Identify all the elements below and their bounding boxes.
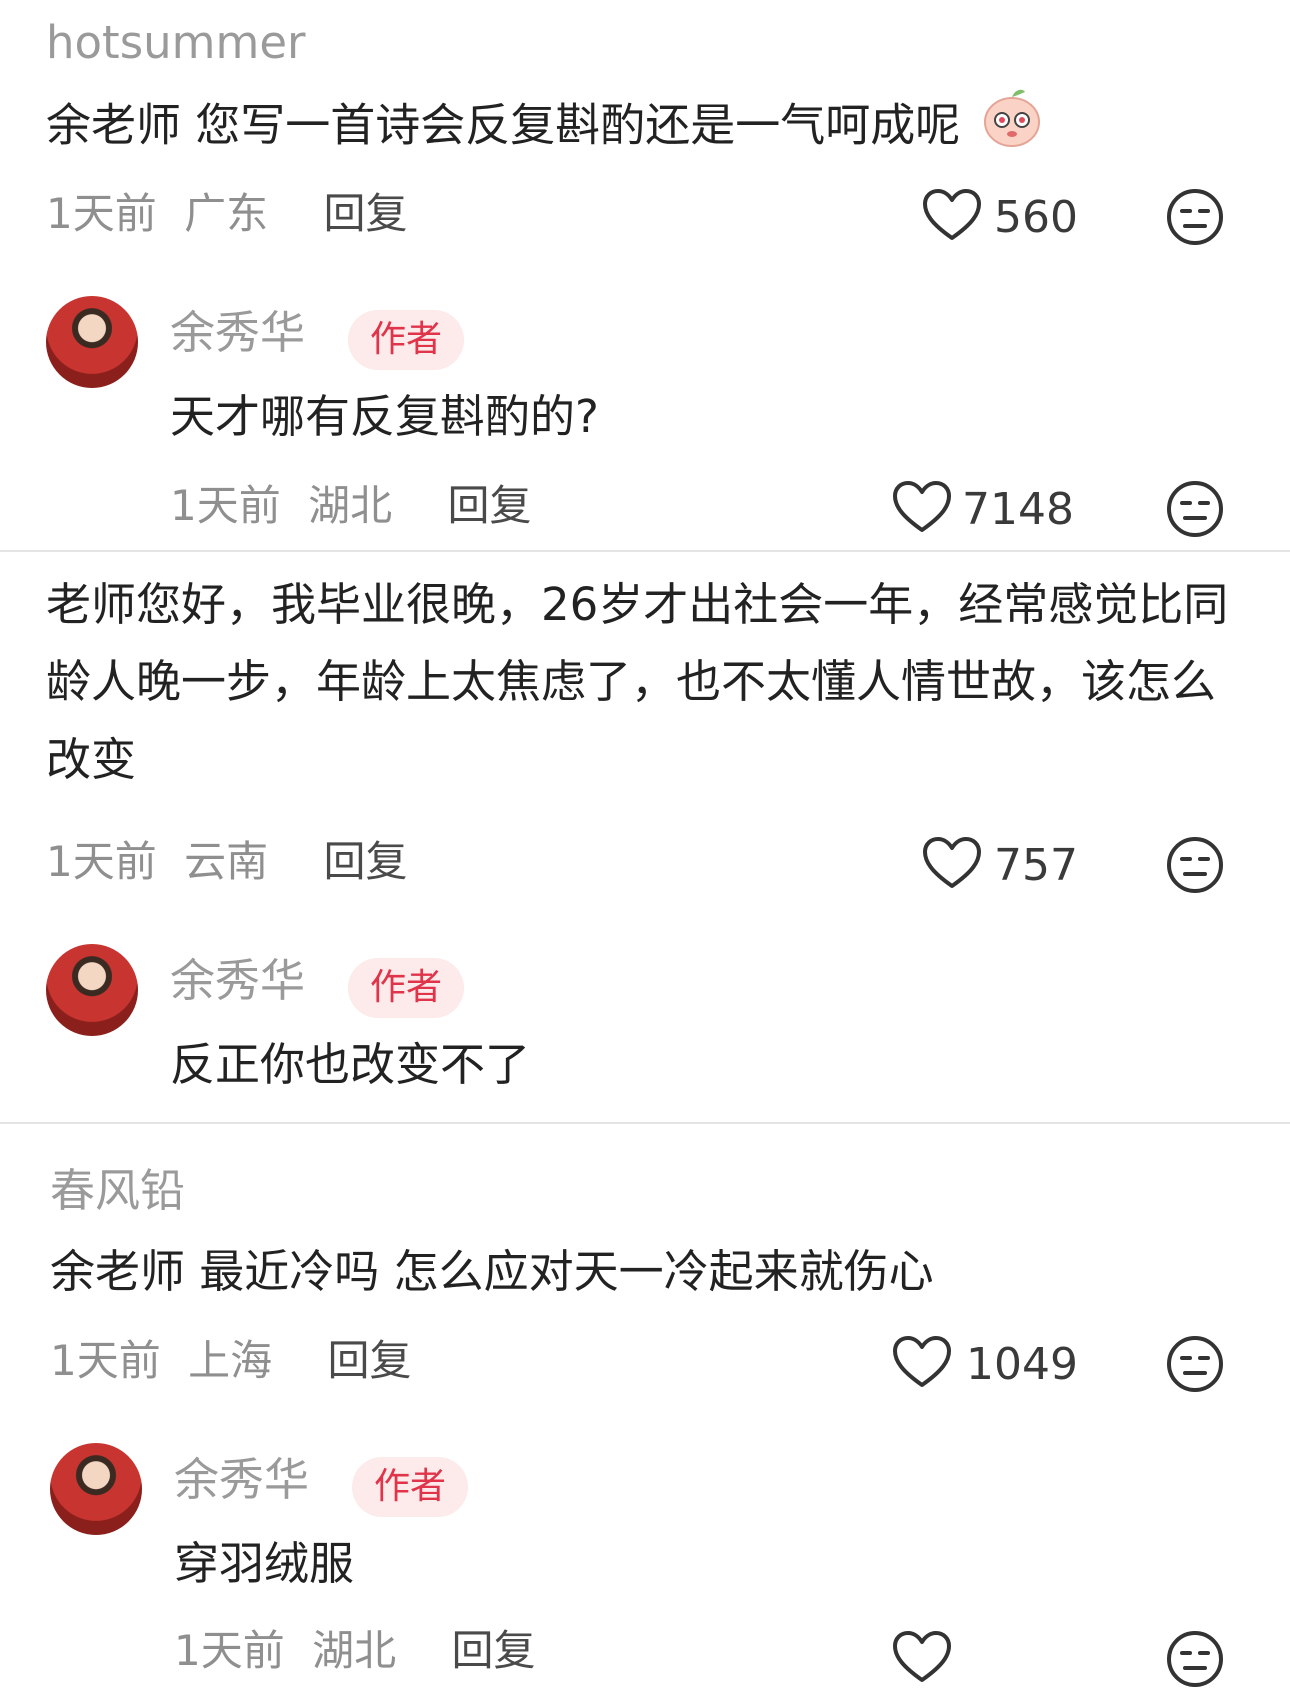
- avatar[interactable]: [46, 944, 138, 1036]
- comment-meta: 1天前 上海 回复: [50, 1340, 411, 1382]
- like-count: 7148: [962, 484, 1074, 535]
- divider: [0, 1122, 1290, 1124]
- like-button[interactable]: [892, 1630, 952, 1684]
- neutral-face-icon[interactable]: [1166, 480, 1224, 538]
- like-button[interactable]: [922, 188, 982, 242]
- dislike-button[interactable]: [1166, 1335, 1224, 1393]
- reply-username[interactable]: 余秀华: [170, 310, 305, 355]
- comment-text: 余老师 您写一首诗会反复斟酌还是一气呵成呢: [46, 84, 1226, 173]
- like-button[interactable]: [892, 1335, 952, 1389]
- comment-username[interactable]: 春风铅: [50, 1168, 185, 1213]
- divider: [0, 550, 1290, 552]
- dislike-button[interactable]: [1166, 1630, 1224, 1688]
- neutral-face-icon[interactable]: [1166, 188, 1224, 246]
- author-badge: 作者: [352, 1457, 469, 1517]
- avatar[interactable]: [50, 1443, 142, 1535]
- author-badge: 作者: [348, 958, 465, 1018]
- avatar[interactable]: [46, 296, 138, 388]
- comment-text: 余老师 最近冷吗 怎么应对天一冷起来就伤心: [50, 1245, 934, 1298]
- comment-text-content: 余老师 您写一首诗会反复斟酌还是一气呵成呢: [46, 98, 961, 152]
- comment-time: 1天前: [50, 1336, 161, 1385]
- comment-location: 上海: [188, 1336, 273, 1385]
- reply-meta: 1天前 湖北 回复: [174, 1630, 535, 1672]
- heart-outline-icon[interactable]: [922, 836, 982, 890]
- heart-outline-icon[interactable]: [892, 1335, 952, 1389]
- like-count: 1049: [966, 1339, 1078, 1390]
- reply-username[interactable]: 余秀华: [170, 958, 305, 1003]
- heart-outline-icon[interactable]: [892, 1630, 952, 1684]
- reply-button[interactable]: 回复: [327, 1336, 411, 1385]
- comment-text: 老师您好，我毕业很晚，26岁才出社会一年，经常感觉比同龄人晚一步，年龄上太焦虑了…: [46, 578, 1229, 786]
- like-count: 560: [994, 192, 1078, 243]
- reply-location: 湖北: [312, 1626, 397, 1675]
- reply-button[interactable]: 回复: [323, 189, 407, 238]
- reply-text: 天才哪有反复斟酌的?: [170, 390, 599, 443]
- peach-sticker-icon: [979, 84, 1045, 173]
- neutral-face-icon[interactable]: [1166, 836, 1224, 894]
- reply-button[interactable]: 回复: [323, 837, 407, 886]
- comment-meta: 1天前 广东 回复: [46, 193, 407, 235]
- neutral-face-icon[interactable]: [1166, 1630, 1224, 1688]
- reply-meta: 1天前 湖北 回复: [170, 485, 531, 527]
- comment-location: 云南: [184, 837, 269, 886]
- like-button[interactable]: [922, 836, 982, 890]
- reply-location: 湖北: [308, 481, 393, 530]
- like-button[interactable]: [892, 480, 952, 534]
- neutral-face-icon[interactable]: [1166, 1335, 1224, 1393]
- comment-time: 1天前: [46, 189, 157, 238]
- dislike-button[interactable]: [1166, 188, 1224, 246]
- dislike-button[interactable]: [1166, 836, 1224, 894]
- reply-username[interactable]: 余秀华: [174, 1457, 309, 1502]
- reply-time: 1天前: [174, 1626, 285, 1675]
- like-count: 757: [994, 840, 1078, 891]
- dislike-button[interactable]: [1166, 480, 1224, 538]
- heart-outline-icon[interactable]: [892, 480, 952, 534]
- comment-location: 广东: [184, 189, 269, 238]
- comment-time: 1天前: [46, 837, 157, 886]
- heart-outline-icon[interactable]: [922, 188, 982, 242]
- reply-text: 穿羽绒服: [174, 1537, 355, 1590]
- reply-button[interactable]: 回复: [451, 1626, 535, 1675]
- author-badge: 作者: [348, 310, 465, 370]
- reply-button[interactable]: 回复: [447, 481, 531, 530]
- comment-meta: 1天前 云南 回复: [46, 841, 407, 883]
- reply-time: 1天前: [170, 481, 281, 530]
- reply-text: 反正你也改变不了: [170, 1038, 531, 1091]
- comment-username[interactable]: hotsummer: [46, 20, 306, 65]
